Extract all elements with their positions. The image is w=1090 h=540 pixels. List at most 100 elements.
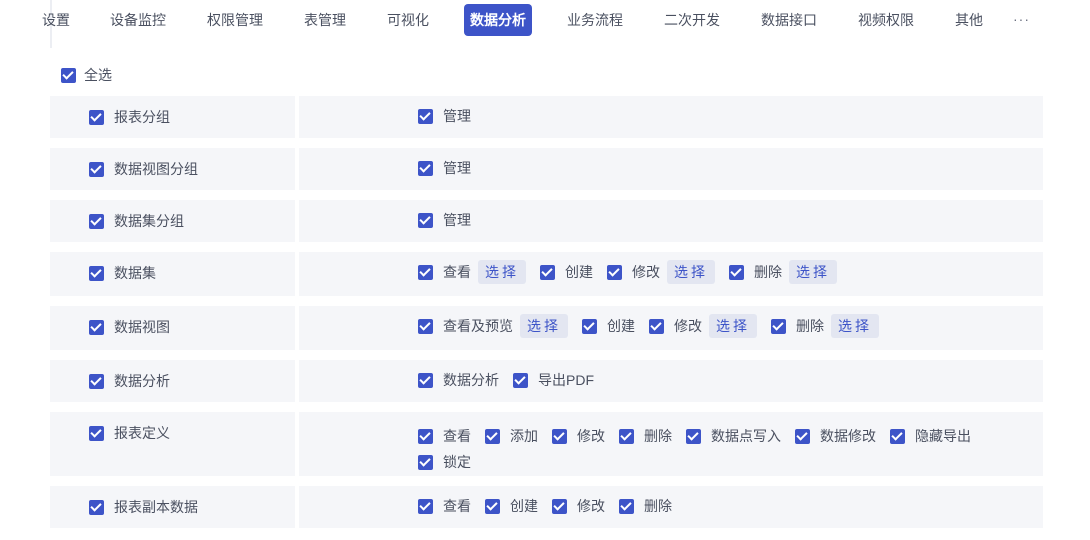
checkbox-checked-icon[interactable] <box>61 67 76 83</box>
permission-row: 数据分析 数据分析 导出PDF <box>50 360 1043 402</box>
permission-option[interactable]: 创建 <box>582 317 635 335</box>
group-checkbox[interactable]: 数据分析 <box>89 373 170 389</box>
checkbox-checked-icon[interactable] <box>686 428 701 444</box>
tab-permission-management[interactable]: 权限管理 <box>207 4 263 36</box>
group-checkbox[interactable]: 数据集分组 <box>89 213 184 229</box>
option-label: 导出PDF <box>538 372 594 388</box>
permission-option[interactable]: 管理 <box>418 211 471 229</box>
tab-data-interface[interactable]: 数据接口 <box>761 4 817 36</box>
checkbox-checked-icon[interactable] <box>89 213 104 229</box>
permission-option[interactable]: 删除 <box>619 497 672 515</box>
option-label: 锁定 <box>443 454 471 470</box>
checkbox-checked-icon[interactable] <box>418 428 433 444</box>
permission-option[interactable]: 管理 <box>418 159 471 177</box>
checkbox-checked-icon[interactable] <box>89 265 104 281</box>
checkbox-checked-icon[interactable] <box>771 318 786 334</box>
option-label: 创建 <box>565 264 593 280</box>
permission-option[interactable]: 删除 <box>619 427 672 445</box>
permission-option[interactable]: 查看 <box>418 497 471 515</box>
permission-option[interactable]: 修改 <box>552 497 605 515</box>
checkbox-checked-icon[interactable] <box>418 264 433 280</box>
checkbox-checked-icon[interactable] <box>607 264 622 280</box>
select-all-checkbox[interactable]: 全选 <box>61 66 112 84</box>
permission-option[interactable]: 添加 <box>485 427 538 445</box>
more-tabs-icon[interactable]: ··· <box>1013 4 1030 36</box>
checkbox-checked-icon[interactable] <box>89 109 104 125</box>
tab-data-analysis[interactable]: 数据分析 <box>464 4 532 36</box>
permission-option[interactable]: 隐藏导出 <box>890 427 971 445</box>
permission-option[interactable]: 锁定 <box>418 453 471 471</box>
checkbox-checked-icon[interactable] <box>89 319 104 335</box>
checkbox-checked-icon[interactable] <box>649 318 664 334</box>
checkbox-checked-icon[interactable] <box>795 428 810 444</box>
select-button[interactable]: 选择 <box>709 314 757 338</box>
permission-options: 查看 选择 创建 修改 选择 删除 选择 <box>418 260 1028 284</box>
checkbox-checked-icon[interactable] <box>89 425 104 441</box>
tab-device-monitor[interactable]: 设备监控 <box>110 4 166 36</box>
checkbox-checked-icon[interactable] <box>582 318 597 334</box>
permission-option[interactable]: 创建 <box>485 497 538 515</box>
checkbox-checked-icon[interactable] <box>89 161 104 177</box>
permission-option[interactable]: 查看及预览 选择 <box>418 314 568 338</box>
tab-visualization[interactable]: 可视化 <box>387 4 429 36</box>
checkbox-checked-icon[interactable] <box>89 373 104 389</box>
permission-option[interactable]: 查看 <box>418 427 471 445</box>
row-group-cell: 数据视图分组 <box>50 148 295 190</box>
permission-option[interactable]: 导出PDF <box>513 371 594 389</box>
select-button[interactable]: 选择 <box>831 314 879 338</box>
permission-option[interactable]: 删除 选择 <box>729 260 837 284</box>
permission-option[interactable]: 创建 <box>540 263 593 281</box>
group-checkbox[interactable]: 报表副本数据 <box>89 499 198 515</box>
group-checkbox[interactable]: 报表定义 <box>89 425 170 441</box>
checkbox-checked-icon[interactable] <box>418 212 433 228</box>
tab-business-process[interactable]: 业务流程 <box>567 4 623 36</box>
checkbox-checked-icon[interactable] <box>540 264 555 280</box>
checkbox-checked-icon[interactable] <box>485 498 500 514</box>
checkbox-checked-icon[interactable] <box>418 498 433 514</box>
group-checkbox[interactable]: 数据视图分组 <box>89 161 198 177</box>
checkbox-checked-icon[interactable] <box>418 318 433 334</box>
tab-secondary-development[interactable]: 二次开发 <box>664 4 720 36</box>
permission-option[interactable]: 数据分析 <box>418 371 499 389</box>
permission-option[interactable]: 查看 选择 <box>418 260 526 284</box>
permission-option[interactable]: 修改 <box>552 427 605 445</box>
option-label: 创建 <box>510 498 538 514</box>
group-checkbox[interactable]: 报表分组 <box>89 109 170 125</box>
tab-settings[interactable]: 设置 <box>42 4 70 36</box>
select-button[interactable]: 选择 <box>667 260 715 284</box>
select-button[interactable]: 选择 <box>478 260 526 284</box>
group-checkbox[interactable]: 数据集 <box>89 265 156 281</box>
select-button[interactable]: 选择 <box>789 260 837 284</box>
option-label: 删除 <box>644 498 672 514</box>
permission-option[interactable]: 数据点写入 <box>686 427 781 445</box>
checkbox-checked-icon[interactable] <box>552 428 567 444</box>
checkbox-checked-icon[interactable] <box>513 372 528 388</box>
select-button[interactable]: 选择 <box>520 314 568 338</box>
checkbox-checked-icon[interactable] <box>418 454 433 470</box>
tab-other[interactable]: 其他 <box>955 4 983 36</box>
group-label: 报表分组 <box>114 109 170 125</box>
checkbox-checked-icon[interactable] <box>418 108 433 124</box>
permission-option[interactable]: 删除 选择 <box>771 314 879 338</box>
tab-video-permission[interactable]: 视频权限 <box>858 4 914 36</box>
permission-option[interactable]: 修改 选择 <box>607 260 715 284</box>
group-label: 数据视图 <box>114 319 170 335</box>
checkbox-checked-icon[interactable] <box>89 499 104 515</box>
checkbox-checked-icon[interactable] <box>418 160 433 176</box>
option-label: 数据点写入 <box>711 428 781 444</box>
checkbox-checked-icon[interactable] <box>890 428 905 444</box>
checkbox-checked-icon[interactable] <box>485 428 500 444</box>
permission-option[interactable]: 数据修改 <box>795 427 876 445</box>
permission-option[interactable]: 管理 <box>418 107 471 125</box>
permission-option[interactable]: 修改 选择 <box>649 314 757 338</box>
checkbox-checked-icon[interactable] <box>729 264 744 280</box>
checkbox-checked-icon[interactable] <box>418 372 433 388</box>
tab-table-management[interactable]: 表管理 <box>304 4 346 36</box>
checkbox-checked-icon[interactable] <box>552 498 567 514</box>
option-label: 修改 <box>577 498 605 514</box>
checkbox-checked-icon[interactable] <box>619 428 634 444</box>
permission-options: 查看及预览 选择 创建 修改 选择 删除 选择 <box>418 314 1028 338</box>
group-checkbox[interactable]: 数据视图 <box>89 319 170 335</box>
checkbox-checked-icon[interactable] <box>619 498 634 514</box>
option-label: 查看及预览 <box>443 318 513 334</box>
